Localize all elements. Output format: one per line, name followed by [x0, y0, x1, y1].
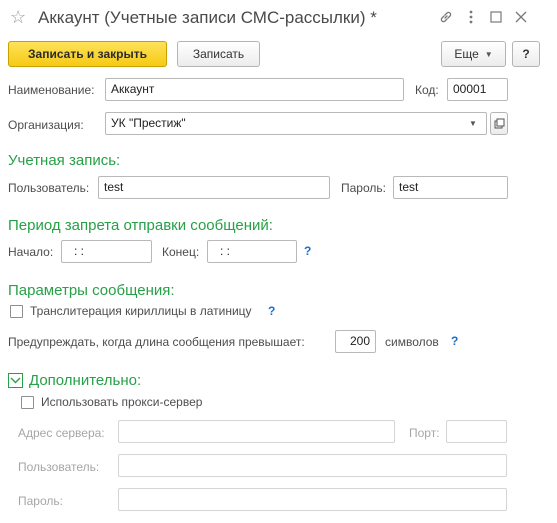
period-heading: Период запрета отправки сообщений:	[8, 217, 273, 234]
end-label: Конец:	[162, 245, 200, 259]
code-field[interactable]: 00001	[447, 78, 508, 101]
server-label: Адрес сервера:	[18, 426, 105, 440]
organization-value: УК "Престиж"	[111, 116, 186, 130]
save-button[interactable]: Записать	[177, 41, 260, 67]
save-and-close-button[interactable]: Записать и закрыть	[8, 41, 167, 67]
params-heading: Параметры сообщения:	[8, 282, 175, 299]
dropdown-arrow-icon: ▼	[484, 49, 493, 59]
password-field[interactable]: test	[393, 176, 508, 199]
proxy-password-field[interactable]	[118, 488, 507, 511]
collapse-toggle-icon[interactable]	[8, 373, 23, 388]
user-label: Пользователь:	[8, 181, 90, 195]
proxy-user-label: Пользователь:	[18, 460, 100, 474]
translit-label: Транслитерация кириллицы в латиницу	[30, 304, 252, 318]
warn-label: Предупреждать, когда длина сообщения пре…	[8, 335, 305, 349]
warn-help-icon[interactable]: ?	[451, 334, 458, 348]
code-label: Код:	[415, 83, 439, 97]
port-label: Порт:	[409, 426, 440, 440]
proxy-label: Использовать прокси-сервер	[41, 395, 203, 409]
more-vert-icon[interactable]	[462, 8, 480, 26]
period-help-icon[interactable]: ?	[304, 244, 311, 258]
maximize-icon[interactable]	[487, 8, 505, 26]
star-icon[interactable]: ☆	[10, 8, 26, 26]
extra-heading[interactable]: Дополнительно:	[29, 372, 141, 389]
organization-label: Организация:	[8, 118, 84, 132]
password-label: Пароль:	[341, 181, 386, 195]
organization-select[interactable]: УК "Престиж"	[105, 112, 487, 135]
translit-checkbox[interactable]	[10, 305, 23, 318]
start-time-field[interactable]: : :	[61, 240, 152, 263]
more-button[interactable]: Еще ▼	[441, 41, 506, 67]
start-label: Начало:	[8, 245, 54, 259]
warn-length-field[interactable]: 200	[335, 330, 376, 353]
window-title: Аккаунт (Учетные записи СМС-рассылки) *	[38, 8, 377, 27]
open-icon[interactable]	[490, 112, 508, 135]
port-field[interactable]	[446, 420, 507, 443]
proxy-password-label: Пароль:	[18, 494, 63, 508]
translit-help-icon[interactable]: ?	[268, 304, 275, 318]
close-icon[interactable]	[512, 8, 530, 26]
more-button-label: Еще	[454, 47, 479, 61]
account-heading: Учетная запись:	[8, 152, 121, 169]
proxy-checkbox[interactable]	[21, 396, 34, 409]
name-field[interactable]: Аккаунт	[105, 78, 404, 101]
server-field[interactable]	[118, 420, 395, 443]
help-button[interactable]: ?	[512, 41, 540, 67]
proxy-user-field[interactable]	[118, 454, 507, 477]
link-icon[interactable]	[437, 8, 455, 26]
dropdown-arrow-icon[interactable]: ▼	[469, 119, 477, 128]
user-field[interactable]: test	[98, 176, 330, 199]
warn-unit-label: символов	[385, 335, 439, 349]
name-label: Наименование:	[8, 83, 95, 97]
end-time-field[interactable]: : :	[207, 240, 297, 263]
